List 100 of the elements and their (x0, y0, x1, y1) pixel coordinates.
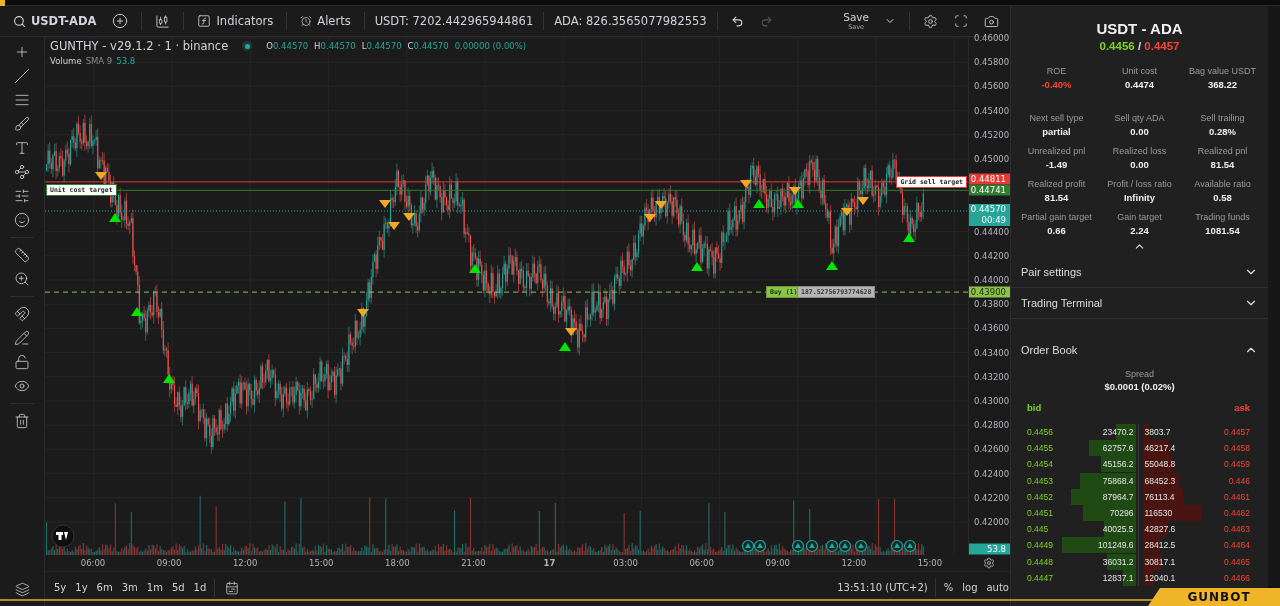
price-label: 0.42800 (974, 420, 1010, 431)
section-title: Pair settings (1021, 266, 1082, 278)
pattern-tool[interactable] (13, 163, 31, 181)
stat-value: 0.00 (1130, 159, 1149, 170)
ask-price: 0.4465 (1224, 556, 1250, 567)
calendar-icon (225, 580, 240, 595)
stat-value: 0.28% (1209, 126, 1236, 137)
bid-price: 0.4448 (1027, 556, 1053, 567)
sma-value: 53.8 (116, 56, 136, 66)
price-badge: 0.44570 00:49 (969, 204, 1010, 226)
function-icon (197, 14, 212, 28)
price-label: 0.45000 (974, 154, 1010, 164)
price-label: 0.43400 (974, 347, 1010, 358)
price-badge: 0.44741 (969, 184, 1010, 196)
stat-label: Gain target (1117, 212, 1162, 222)
ask-price: 0.4466 (1224, 572, 1250, 583)
settings-icon[interactable] (983, 557, 995, 569)
range-button[interactable]: 3m (120, 580, 139, 595)
pencil-tool[interactable] (13, 329, 31, 347)
time-label: 09:00 (155, 558, 183, 568)
stat-label: Realized loss (1112, 146, 1167, 156)
stat-value: 0.58 (1213, 192, 1232, 203)
ruler-icon (14, 247, 30, 263)
stat-value: 81.54 (1044, 192, 1069, 203)
magnet-tool[interactable] (13, 305, 31, 323)
stat-label: Partial gain target (1021, 212, 1092, 222)
scale-button[interactable]: auto (985, 580, 1010, 595)
time-label: 03:00 (612, 558, 639, 568)
ask-price: 0.4463 (1224, 524, 1250, 535)
settings-icon (923, 13, 938, 29)
bid-price: 0.4456 (1027, 427, 1053, 438)
bid-heading: bid (1026, 402, 1043, 415)
camera-icon (984, 13, 999, 29)
smiley-tool[interactable] (13, 211, 31, 229)
layers-icon (14, 582, 30, 597)
bid-price: 0.4454 (1027, 459, 1053, 470)
stat-value: 0.66 (1047, 225, 1066, 236)
alerts-button[interactable]: Alerts (297, 12, 354, 30)
layers-button[interactable] (13, 581, 31, 598)
ohlc-value: C0.44570 (407, 41, 449, 51)
pattern-icon (14, 164, 30, 180)
ask-price: 0.4458 (1224, 443, 1250, 454)
section-title: Trading Terminal (1021, 297, 1103, 309)
price-label: 0.43000 (974, 396, 1010, 406)
sliders-tool[interactable] (13, 187, 31, 205)
symbol-search-button[interactable]: USDT-ADA (10, 12, 100, 30)
stat-value: 81.54 (1210, 159, 1235, 170)
price-label: 0.42400 (974, 468, 1010, 479)
lock-tool[interactable] (13, 353, 31, 371)
brush-icon (14, 116, 30, 132)
time-label: 09:00 (764, 558, 791, 568)
price-label: 0.45800 (974, 57, 1010, 68)
price-badge: 0.44811 (969, 173, 1010, 185)
section-header[interactable]: Order Book (1011, 335, 1268, 365)
scale-button[interactable]: % (942, 580, 955, 595)
stat-label: Available ratio (1194, 179, 1251, 189)
stat-value: partial (1042, 126, 1071, 137)
range-button[interactable]: 5y (53, 580, 68, 595)
scale-button[interactable]: log (961, 580, 979, 595)
stat-value: 0.4474 (1124, 79, 1155, 90)
range-button[interactable]: 1m (145, 580, 164, 595)
ask-price: 0.4461 (1224, 491, 1250, 502)
range-button[interactable]: 1y (74, 580, 89, 595)
smiley-icon (14, 212, 30, 228)
pair-title: USDT - ADA (1095, 20, 1184, 37)
time-label: 18:00 (384, 558, 411, 568)
stat-label: Sell qty ADA (1114, 113, 1165, 123)
brand-label: GUNBOT (1186, 590, 1251, 604)
sma-label: SMA 9 (85, 56, 113, 66)
bid-price: 0.4453 (1027, 475, 1053, 486)
indicators-button[interactable]: Indicators (194, 12, 277, 30)
stat-label: Realized profit (1027, 179, 1086, 189)
time-label: 06:00 (688, 558, 715, 568)
ask-price: 0.4459 (1224, 459, 1250, 470)
accent-mark (0, 0, 5, 6)
ruler-tool[interactable] (13, 246, 31, 264)
trash-tool[interactable] (13, 412, 31, 430)
price-label: 0.45400 (974, 105, 1010, 116)
brush-tool[interactable] (13, 115, 31, 133)
price-label: 0.45600 (974, 81, 1010, 92)
text-tool[interactable] (13, 139, 31, 157)
range-button[interactable]: 1d (192, 580, 208, 595)
ask-price: 0.4464 (1224, 540, 1250, 551)
range-button[interactable]: 6m (95, 580, 114, 595)
trend-line-tool[interactable] (13, 67, 31, 85)
chart-title: GUNTHY - v29.1.2 · 1 · binance (50, 39, 229, 53)
ask-price: 0.4457 (1224, 427, 1250, 438)
balance-text: USDT: 7202.442965944861 (374, 14, 534, 28)
scrollbar[interactable] (1268, 6, 1280, 586)
stat-value: Infinity (1123, 192, 1156, 203)
volume-label: Volume (50, 56, 82, 66)
sliders-icon (14, 188, 30, 204)
range-button[interactable]: 5d (170, 580, 186, 595)
ohlc-value: O0.44570 (266, 41, 309, 51)
price-label: 0.42200 (974, 492, 1010, 503)
clock-text: 13:51:10 (UTC+2) (837, 582, 928, 593)
redo-icon (759, 14, 773, 28)
spread-value: $0.0001 (0.02%) (1103, 381, 1176, 392)
zoom-in-tool[interactable] (13, 270, 31, 288)
ask-price: 0.4462 (1224, 508, 1250, 519)
